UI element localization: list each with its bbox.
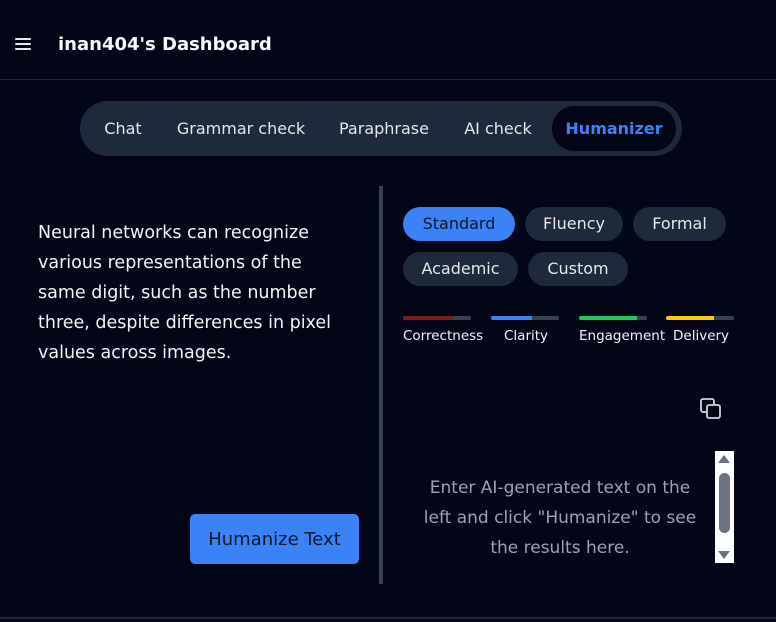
scroll-up-arrow-icon[interactable] — [718, 455, 730, 463]
top-header: inan404's Dashboard — [0, 0, 776, 80]
metric-clarity: Clarity — [491, 316, 559, 344]
metric-bar — [579, 316, 637, 320]
hamburger-menu-icon[interactable] — [15, 38, 31, 52]
mode-custom[interactable]: Custom — [528, 252, 628, 286]
panel-divider — [379, 186, 383, 584]
mode-formal[interactable]: Formal — [633, 207, 726, 241]
metric-label: Clarity — [504, 328, 549, 344]
scroll-thumb[interactable] — [719, 473, 730, 533]
tab-humanizer[interactable]: Humanizer — [552, 106, 676, 151]
bottom-divider — [0, 617, 776, 619]
metric-label: Engagement — [579, 328, 666, 344]
tab-grammar-check[interactable]: Grammar check — [166, 106, 316, 151]
tab-ai-check[interactable]: AI check — [452, 106, 544, 151]
tab-paraphrase[interactable]: Paraphrase — [330, 106, 438, 151]
copy-icon[interactable] — [699, 397, 723, 421]
tab-chat[interactable]: Chat — [92, 106, 154, 151]
metric-bar — [403, 316, 454, 320]
metric-label: Delivery — [673, 328, 730, 344]
tool-tabs: Chat Grammar check Paraphrase AI check H… — [80, 101, 682, 156]
metric-delivery: Delivery — [666, 316, 734, 344]
output-placeholder: Enter AI-generated text on the left and … — [423, 478, 697, 558]
humanize-button[interactable]: Humanize Text — [190, 514, 359, 564]
metric-correctness: Correctness — [403, 316, 483, 344]
output-scrollbar[interactable] — [715, 451, 734, 563]
metric-bar — [666, 316, 714, 320]
page-title: inan404's Dashboard — [58, 34, 272, 55]
mode-academic[interactable]: Academic — [403, 252, 518, 286]
input-text-area[interactable]: Neural networks can recognize various re… — [38, 218, 348, 368]
mode-standard[interactable]: Standard — [403, 207, 515, 241]
scroll-down-arrow-icon[interactable] — [718, 551, 730, 559]
mode-fluency[interactable]: Fluency — [525, 207, 623, 241]
metric-bar — [491, 316, 532, 320]
metric-engagement: Engagement — [579, 316, 665, 344]
metric-label: Correctness — [403, 328, 484, 344]
